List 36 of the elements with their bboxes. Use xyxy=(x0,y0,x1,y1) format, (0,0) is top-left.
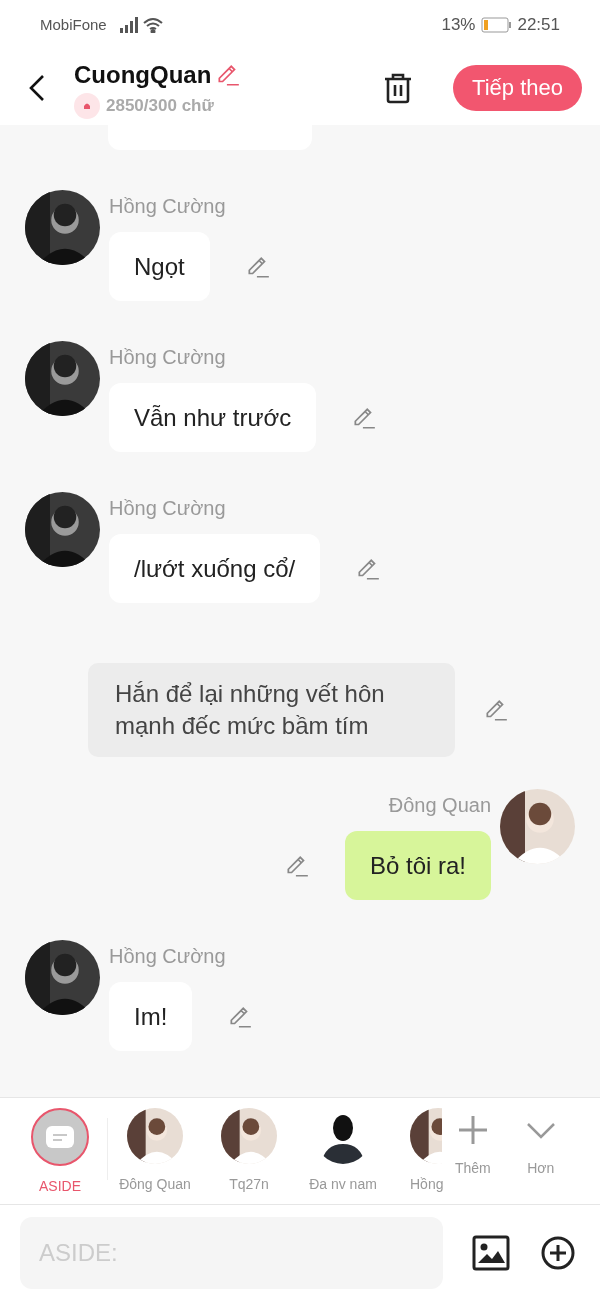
more-label[interactable]: Hơn xyxy=(527,1158,555,1179)
sender-name: Hồng Cường xyxy=(109,194,226,219)
back-icon[interactable] xyxy=(28,73,46,102)
chat-icon xyxy=(45,1125,75,1149)
message-bubble: /lướt xuống cổ/ xyxy=(109,534,321,603)
word-count: 2850/300 chữ xyxy=(106,94,214,117)
battery-icon xyxy=(481,17,512,33)
character-name[interactable]: Đông Quan xyxy=(119,1174,191,1195)
clock: 22:51 xyxy=(517,14,560,37)
bell-icon xyxy=(74,92,100,119)
edit-icon[interactable] xyxy=(483,697,509,723)
character-name[interactable]: ASIDE xyxy=(39,1176,81,1197)
message-bubble: Ngọt xyxy=(109,232,210,301)
sender-name: Hồng Cường xyxy=(109,944,226,969)
character-name[interactable]: Hồng xyxy=(410,1174,444,1195)
next-button[interactable]: Tiếp theo xyxy=(453,64,582,111)
add-icon[interactable] xyxy=(541,1235,575,1270)
add-label[interactable]: Thêm xyxy=(455,1158,491,1179)
sender-name: Hồng Cường xyxy=(109,496,226,521)
trash-icon[interactable] xyxy=(383,71,414,104)
sender-name: Hồng Cường xyxy=(109,345,226,370)
message-bubble: Vẫn như trước xyxy=(109,383,317,452)
message-bubble: Bỏ tôi ra! xyxy=(344,831,491,900)
image-icon[interactable] xyxy=(472,1234,510,1271)
aside-bubble: Hắn để lại những vết hôn mạnh đếc mức bầm tím xyxy=(88,663,455,757)
character-name[interactable]: Đa nv nam xyxy=(309,1174,377,1195)
signal-icon xyxy=(118,17,139,33)
sender-name: Đông Quan xyxy=(388,793,491,818)
aside-avatar[interactable] xyxy=(31,1108,89,1166)
plus-icon[interactable] xyxy=(456,1114,489,1146)
battery-percent: 13% xyxy=(441,14,476,37)
message-bubble: Im! xyxy=(109,982,193,1051)
wifi-icon xyxy=(142,17,163,33)
character-name[interactable]: Tq27n xyxy=(229,1174,269,1195)
carrier-name: MobiFone xyxy=(40,14,107,35)
story-title: CuongQuan xyxy=(74,59,212,90)
